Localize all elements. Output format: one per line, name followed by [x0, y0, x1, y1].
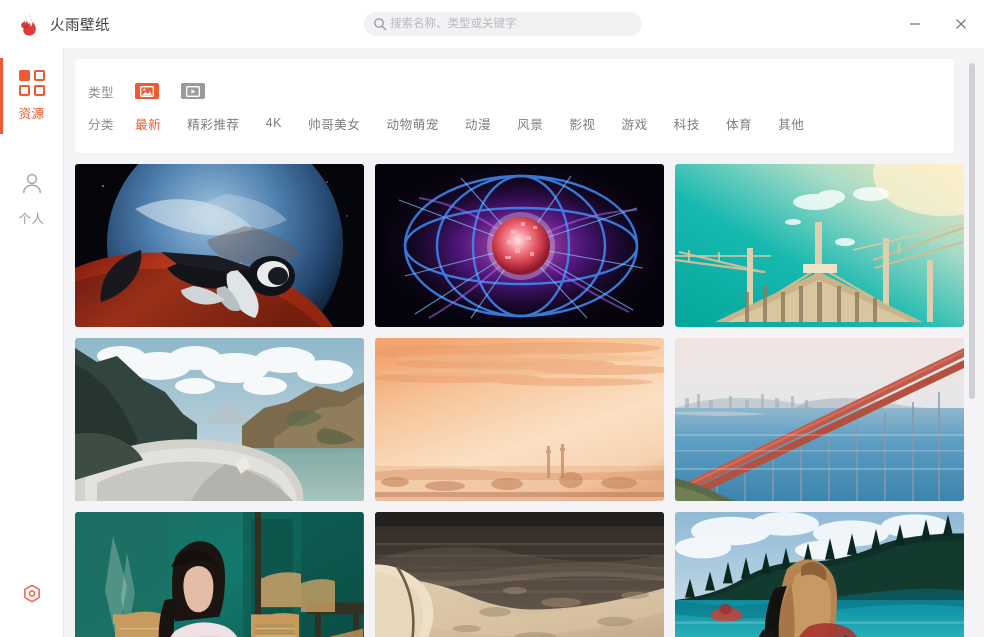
play-icon — [186, 85, 200, 97]
wallpaper-thumbnail — [375, 512, 664, 637]
user-icon — [19, 170, 45, 201]
search-box[interactable] — [364, 12, 642, 36]
wallpaper-thumbnail — [75, 164, 364, 327]
category-item-anime[interactable]: 动漫 — [465, 114, 491, 133]
wallpaper-thumbnail — [675, 512, 964, 637]
search-icon — [373, 17, 387, 31]
image-icon — [140, 85, 154, 97]
category-filter-label: 分类 — [88, 117, 115, 132]
category-options: 最新 精彩推荐 4K 帅哥美女 动物萌宠 动漫 风景 影视 游戏 科技 体育 其… — [135, 114, 830, 133]
title-bar: 火雨壁纸 — [0, 0, 984, 48]
close-icon — [956, 19, 966, 29]
category-item-sports[interactable]: 体育 — [726, 114, 752, 133]
type-options — [135, 83, 205, 99]
category-item-latest[interactable]: 最新 — [135, 114, 161, 133]
wallpaper-card[interactable] — [375, 164, 664, 327]
settings-button[interactable] — [19, 582, 45, 613]
wallpaper-thumbnail — [375, 164, 664, 327]
sidebar-item-resources-label: 资源 — [18, 107, 45, 121]
wallpaper-card[interactable] — [75, 338, 364, 501]
wallpaper-grid — [75, 164, 965, 637]
flame-icon — [17, 12, 41, 36]
category-filter-row: 分类 最新 精彩推荐 4K 帅哥美女 动物萌宠 动漫 风景 影视 游戏 科技 体… — [75, 107, 954, 139]
wallpaper-thumbnail — [75, 512, 364, 637]
minimize-button[interactable] — [892, 0, 938, 48]
grid-icon — [18, 70, 45, 96]
category-item-movies[interactable]: 影视 — [569, 114, 595, 133]
category-item-scenery[interactable]: 风景 — [517, 114, 543, 133]
wallpaper-card[interactable] — [675, 338, 964, 501]
close-button[interactable] — [938, 0, 984, 48]
category-item-games[interactable]: 游戏 — [622, 114, 648, 133]
wallpaper-card[interactable] — [75, 164, 364, 327]
category-item-featured[interactable]: 精彩推荐 — [187, 114, 239, 133]
type-option-image[interactable] — [135, 83, 159, 99]
category-item-4k[interactable]: 4K — [266, 116, 283, 130]
wallpaper-thumbnail — [675, 338, 964, 501]
wallpaper-card[interactable] — [675, 512, 964, 637]
category-item-animals[interactable]: 动物萌宠 — [387, 114, 439, 133]
wallpaper-card[interactable] — [675, 164, 964, 327]
sidebar-item-personal-label: 个人 — [18, 211, 45, 226]
wallpaper-thumbnail — [75, 338, 364, 501]
app-window: 火雨壁纸 搜索名称、类型或关键字 资源 个人 类型 分类 最新 精彩推荐 4K … — [0, 0, 984, 637]
filter-panel: 类型 分类 最新 精彩推荐 4K 帅哥美女 动物萌宠 动漫 风景 影视 游戏 科… — [75, 59, 954, 153]
wallpaper-card[interactable] — [75, 512, 364, 637]
wallpaper-thumbnail — [675, 164, 964, 327]
settings-hex-icon — [23, 584, 40, 603]
wallpaper-card[interactable] — [375, 338, 664, 501]
minimize-icon — [910, 23, 920, 25]
app-body: 资源 个人 类型 分类 最新 精彩推荐 4K 帅哥美女 动物萌宠 动漫 风景 影… — [0, 48, 984, 637]
sidebar-item-resources[interactable]: 资源 — [0, 58, 64, 134]
type-option-video[interactable] — [181, 83, 205, 99]
category-item-people[interactable]: 帅哥美女 — [308, 114, 360, 133]
type-filter-label: 类型 — [88, 85, 115, 100]
search-input[interactable] — [390, 17, 627, 31]
window-controls — [892, 0, 984, 48]
vertical-scrollbar[interactable] — [969, 63, 975, 399]
sidebar: 资源 个人 — [0, 48, 64, 637]
search-bar[interactable] — [364, 12, 642, 36]
content-area: 类型 分类 最新 精彩推荐 4K 帅哥美女 动物萌宠 动漫 风景 影视 游戏 科… — [64, 48, 984, 637]
category-item-technology[interactable]: 科技 — [674, 114, 700, 133]
sidebar-item-personal[interactable]: 个人 — [0, 160, 64, 236]
wallpaper-card[interactable] — [375, 512, 664, 637]
type-filter-row: 类型 — [75, 75, 954, 107]
category-item-other[interactable]: 其他 — [778, 114, 804, 133]
app-brand: 火雨壁纸 — [0, 12, 300, 36]
app-title: 火雨壁纸 — [50, 17, 110, 34]
scrollbar-track[interactable] — [968, 60, 976, 637]
wallpaper-thumbnail — [375, 338, 664, 501]
